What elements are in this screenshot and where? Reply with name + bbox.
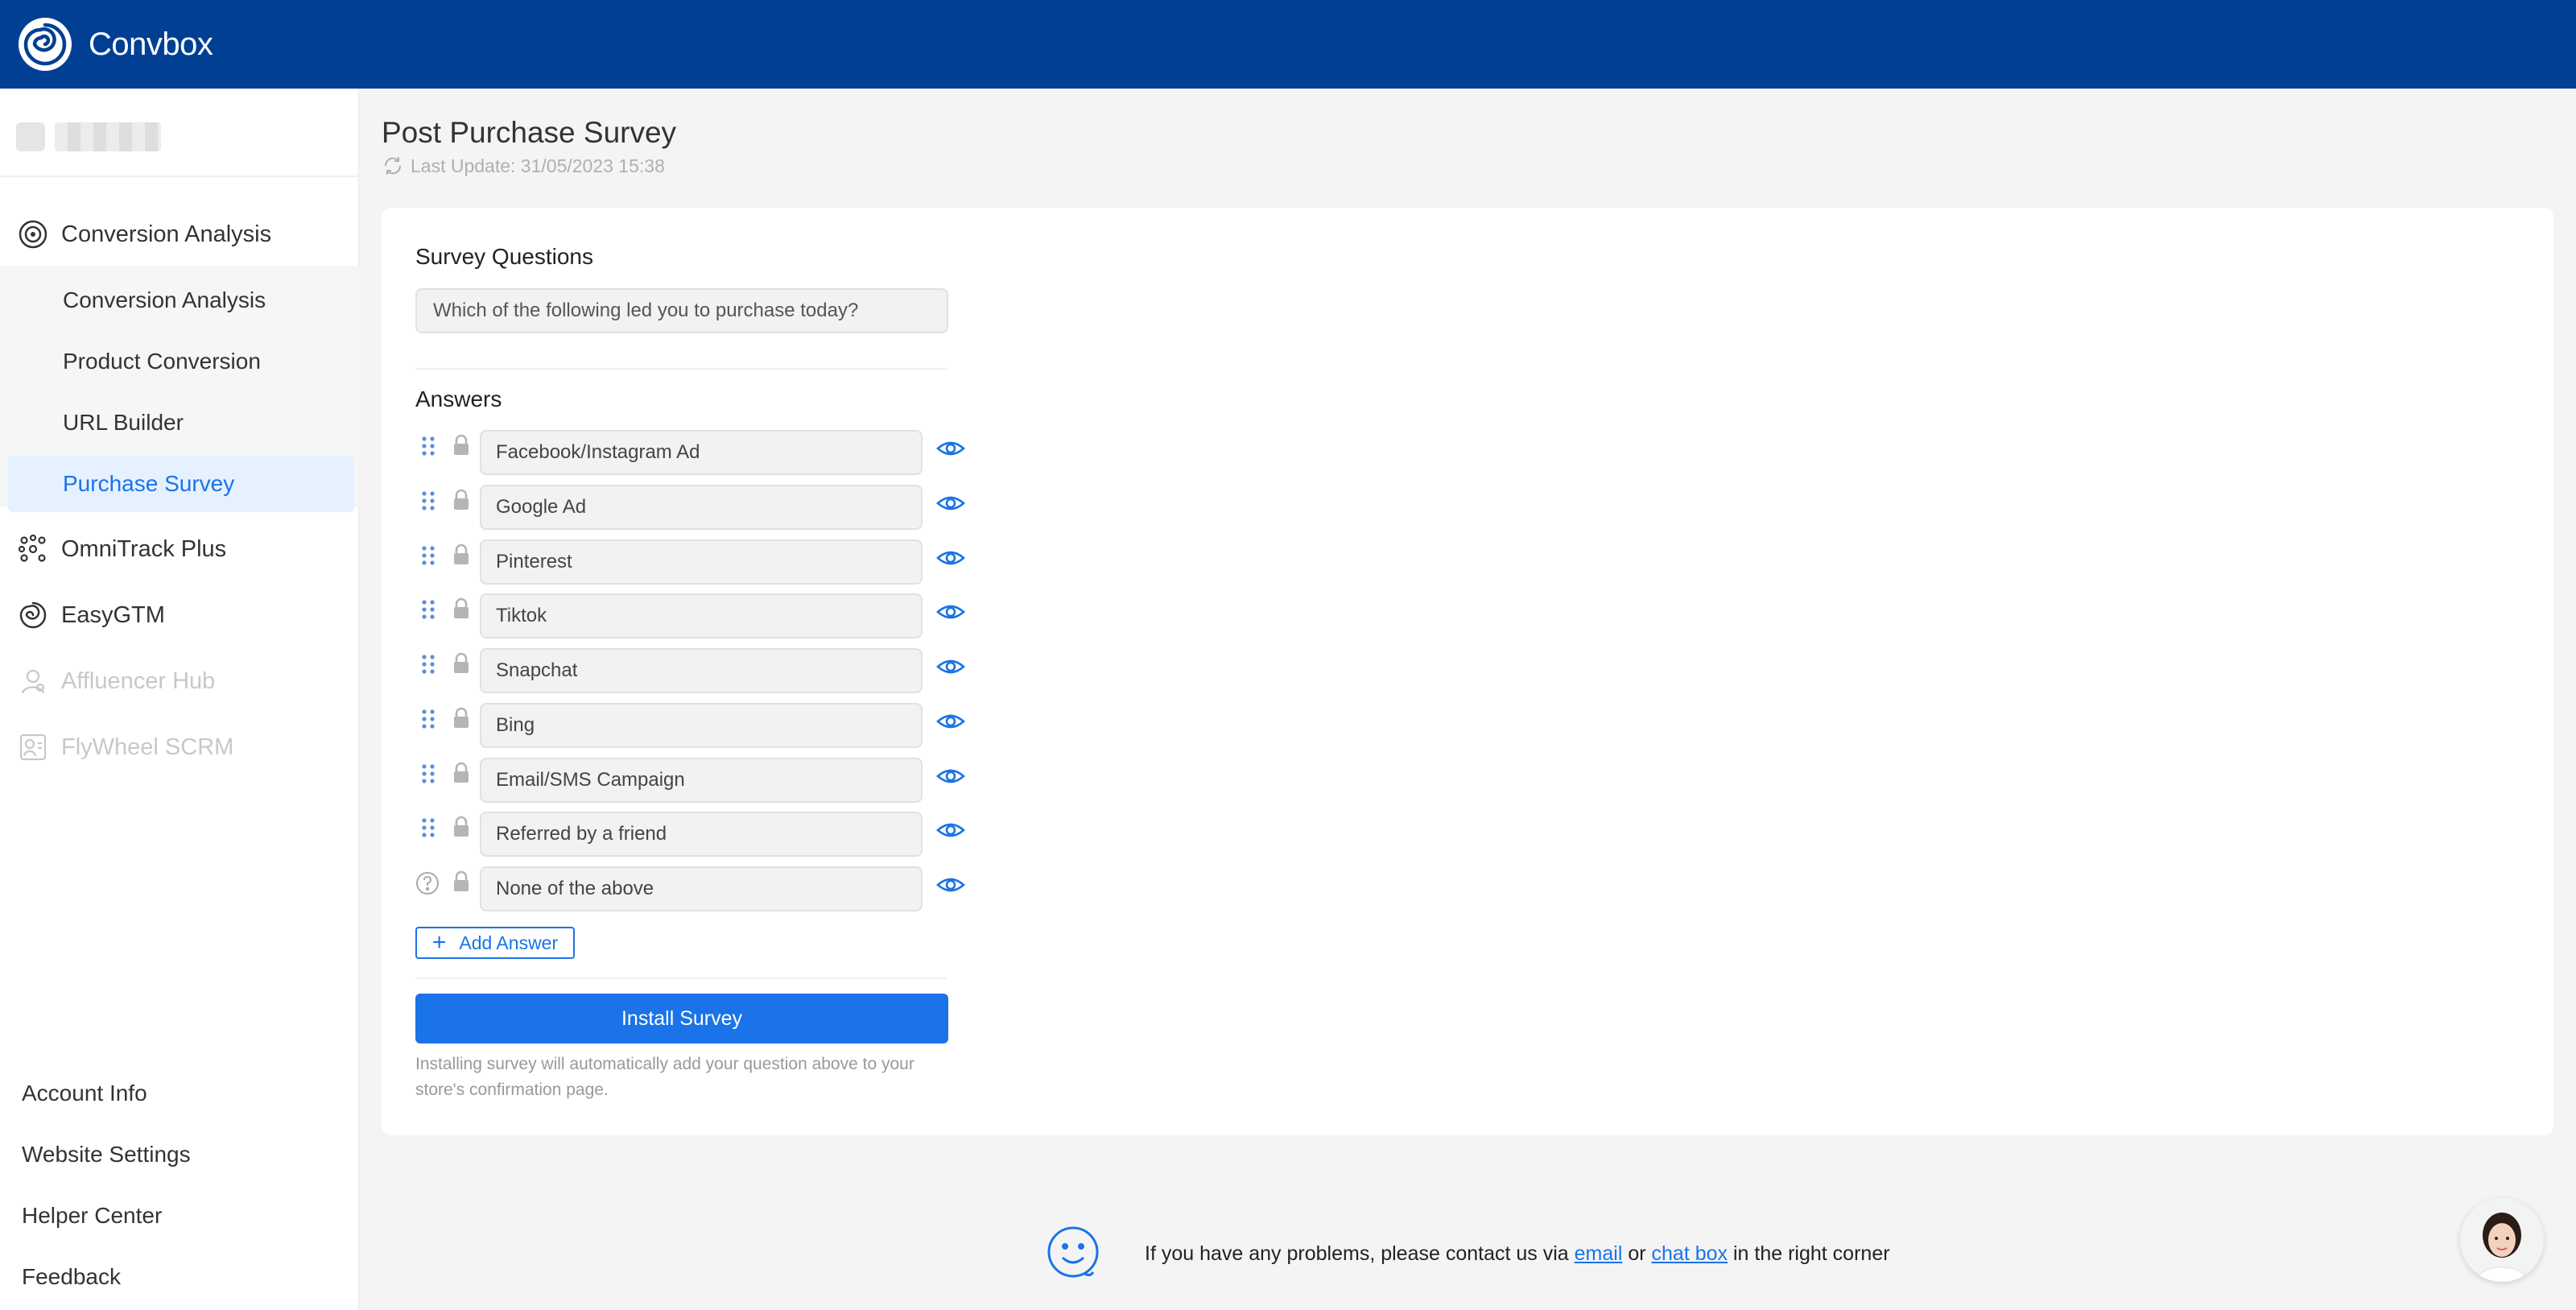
eye-icon[interactable] bbox=[935, 655, 966, 679]
divider bbox=[415, 977, 947, 979]
answer-input[interactable]: Pinterest bbox=[480, 539, 923, 585]
answer-row: Google Ad bbox=[415, 485, 979, 530]
page-title: Post Purchase Survey bbox=[382, 116, 677, 149]
eye-icon[interactable] bbox=[935, 764, 966, 788]
eye-icon[interactable] bbox=[935, 546, 966, 570]
person-icon bbox=[18, 666, 48, 696]
answer-input[interactable]: Bing bbox=[480, 703, 923, 748]
divider bbox=[415, 368, 947, 370]
top-bar: Convbox bbox=[0, 0, 2576, 89]
answer-input[interactable]: None of the above bbox=[480, 866, 923, 911]
sidebar-group-label: FlyWheel SCRM bbox=[61, 734, 234, 760]
support-agent-icon bbox=[2460, 1198, 2544, 1282]
lock-icon bbox=[454, 434, 469, 455]
answer-row: Snapchat bbox=[415, 648, 979, 693]
answer-input[interactable]: Facebook/Instagram Ad bbox=[480, 430, 923, 475]
sidebar-group-label: EasyGTM bbox=[61, 601, 165, 628]
survey-questions-label: Survey Questions bbox=[415, 244, 593, 269]
sidebar-group-label: Conversion Analysis bbox=[61, 221, 272, 247]
answer-row: Referred by a friend bbox=[415, 812, 979, 857]
add-answer-label: Add Answer bbox=[459, 932, 559, 953]
sidebar-item-url-builder[interactable]: URL Builder bbox=[8, 395, 354, 451]
answer-input[interactable]: Google Ad bbox=[480, 485, 923, 530]
add-answer-button[interactable]: + Add Answer bbox=[415, 927, 575, 959]
blurred-account-name bbox=[55, 122, 161, 151]
sidebar-group-label: Affluencer Hub bbox=[61, 667, 216, 694]
sidebar-item-product-conversion[interactable]: Product Conversion bbox=[8, 333, 354, 390]
sidebar-group-easygtm[interactable]: EasyGTM bbox=[0, 587, 165, 643]
last-update: Last Update: 31/05/2023 15:38 bbox=[382, 155, 665, 177]
answer-input[interactable]: Referred by a friend bbox=[480, 812, 923, 857]
drag-handle-icon[interactable] bbox=[419, 490, 438, 514]
drag-handle-icon[interactable] bbox=[419, 816, 438, 841]
footer-text-middle: or bbox=[1628, 1242, 1646, 1265]
sidebar-group-omnitrack-plus[interactable]: OmniTrack Plus bbox=[0, 521, 226, 577]
chat-box-link[interactable]: chat box bbox=[1652, 1242, 1728, 1266]
lock-icon bbox=[454, 707, 469, 728]
answer-input[interactable]: Snapchat bbox=[480, 648, 923, 693]
footer-text-before: If you have any problems, please contact… bbox=[1145, 1242, 1569, 1265]
drag-handle-icon[interactable] bbox=[419, 435, 438, 459]
answer-row: Bing bbox=[415, 703, 979, 748]
app-name: Convbox bbox=[89, 26, 213, 62]
sidebar-link-account-info[interactable]: Account Info bbox=[22, 1081, 147, 1106]
lock-icon bbox=[454, 597, 469, 618]
drag-handle-icon[interactable] bbox=[419, 544, 438, 568]
sidebar-group-conversion-analysis[interactable]: Conversion Analysis bbox=[0, 206, 271, 262]
avatar bbox=[16, 122, 45, 151]
drag-handle-icon[interactable] bbox=[419, 708, 438, 732]
eye-icon[interactable] bbox=[935, 873, 966, 897]
drag-handle-icon[interactable] bbox=[419, 762, 438, 787]
survey-question-input[interactable]: Which of the following led you to purcha… bbox=[415, 288, 948, 333]
answers-label: Answers bbox=[415, 386, 502, 411]
lock-icon bbox=[454, 816, 469, 837]
lock-icon bbox=[454, 489, 469, 510]
contact-card-icon bbox=[18, 732, 48, 762]
answer-row: Pinterest bbox=[415, 539, 979, 585]
eye-icon[interactable] bbox=[935, 491, 966, 515]
answer-input[interactable]: Tiktok bbox=[480, 593, 923, 638]
answer-row: Tiktok bbox=[415, 593, 979, 638]
install-survey-button[interactable]: Install Survey bbox=[415, 994, 948, 1043]
sidebar-group-affluencer-hub[interactable]: Affluencer Hub bbox=[0, 653, 215, 709]
sidebar-link-website-settings[interactable]: Website Settings bbox=[22, 1142, 191, 1167]
last-update-text: Last Update: 31/05/2023 15:38 bbox=[411, 155, 665, 176]
convbox-logo-icon bbox=[16, 15, 74, 73]
lock-icon bbox=[454, 870, 469, 891]
answer-row: Email/SMS Campaign bbox=[415, 758, 979, 803]
eye-icon[interactable] bbox=[935, 436, 966, 461]
chat-support-avatar[interactable] bbox=[2460, 1198, 2544, 1282]
support-smiley-icon bbox=[1047, 1226, 1099, 1278]
sidebar-item-purchase-survey[interactable]: Purchase Survey bbox=[8, 456, 354, 512]
plus-icon: + bbox=[431, 929, 447, 956]
sidebar: Conversion Analysis Conversion Analysis … bbox=[0, 89, 359, 1310]
network-icon bbox=[18, 534, 48, 564]
eye-icon[interactable] bbox=[935, 818, 966, 842]
answer-row: None of the above bbox=[415, 866, 979, 911]
sidebar-group-label: OmniTrack Plus bbox=[61, 535, 227, 562]
footer-text-after: in the right corner bbox=[1733, 1242, 1890, 1265]
swirl-icon bbox=[18, 600, 48, 630]
sidebar-item-conversion-analysis[interactable]: Conversion Analysis bbox=[8, 272, 354, 329]
answer-row: Facebook/Instagram Ad bbox=[415, 430, 979, 475]
lock-icon bbox=[454, 543, 469, 564]
sidebar-group-flywheel-scrm[interactable]: FlyWheel SCRM bbox=[0, 719, 233, 775]
help-footer: If you have any problems, please contact… bbox=[1043, 1224, 1890, 1283]
lock-icon bbox=[454, 652, 469, 673]
email-link[interactable]: email bbox=[1575, 1242, 1623, 1266]
sidebar-link-helper-center[interactable]: Helper Center bbox=[22, 1203, 162, 1229]
drag-handle-icon[interactable] bbox=[419, 653, 438, 677]
sidebar-divider bbox=[0, 176, 359, 177]
sidebar-link-feedback[interactable]: Feedback bbox=[22, 1264, 121, 1290]
refresh-icon[interactable] bbox=[382, 155, 404, 177]
answer-input[interactable]: Email/SMS Campaign bbox=[480, 758, 923, 803]
lock-icon bbox=[454, 762, 469, 783]
help-icon[interactable] bbox=[415, 871, 440, 895]
eye-icon[interactable] bbox=[935, 709, 966, 734]
eye-icon[interactable] bbox=[935, 600, 966, 624]
drag-handle-icon[interactable] bbox=[419, 598, 438, 622]
account-switcher[interactable] bbox=[16, 122, 161, 151]
install-note: Installing survey will automatically add… bbox=[415, 1055, 914, 1099]
target-icon bbox=[18, 219, 48, 250]
